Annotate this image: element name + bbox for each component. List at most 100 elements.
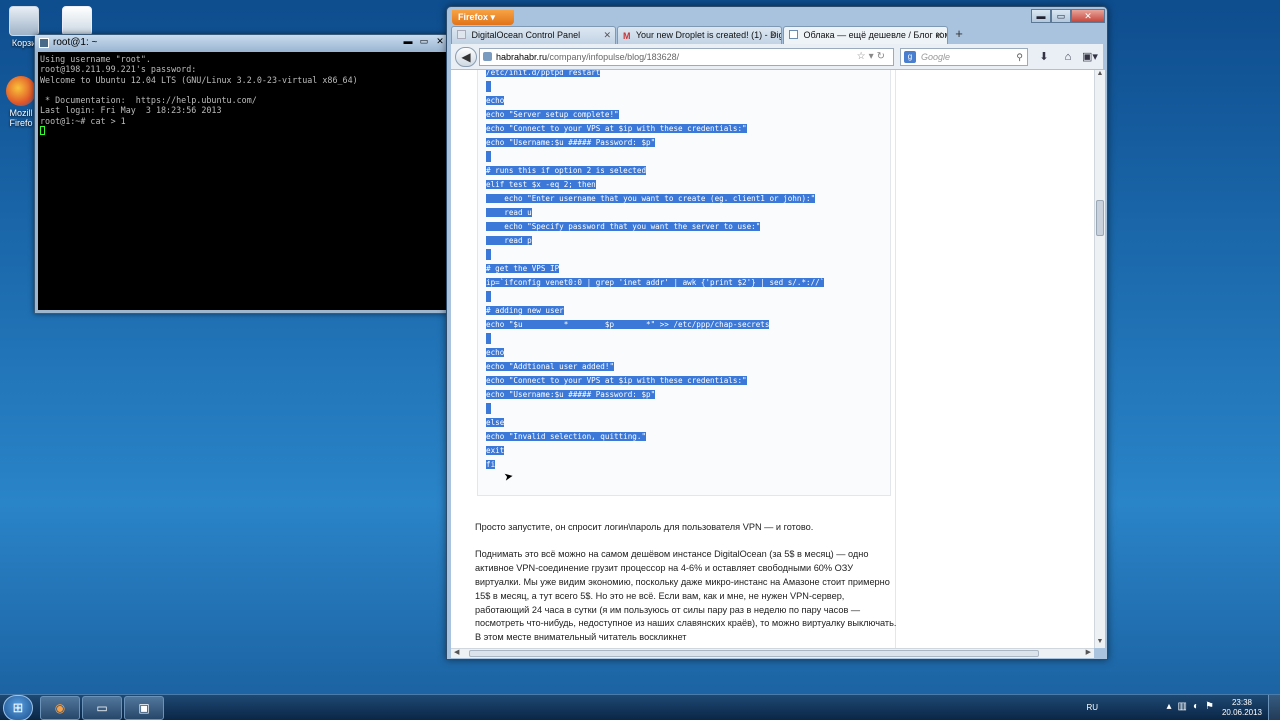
taskbar-firefox-button[interactable]: ◉ — [40, 696, 80, 720]
tab-gmail[interactable]: M Your new Droplet is created! (1) - Dig… — [617, 26, 782, 44]
tab-digitalocean[interactable]: DigitalOcean Control Panel ✕ — [451, 26, 616, 44]
terminal-line: root@1:~# cat > 1 — [40, 115, 126, 126]
maximize-button[interactable]: ▭ — [419, 37, 429, 47]
reload-icon[interactable]: ↻ — [877, 51, 888, 62]
article-paragraph: Просто запустите, он спросит логин\парол… — [475, 522, 814, 532]
tab-habr[interactable]: Облака — ещё дешевле / Блог ком... ✕ — [783, 26, 948, 44]
back-button[interactable]: ◀ — [455, 47, 477, 67]
scroll-thumb[interactable] — [1096, 200, 1104, 236]
scroll-left-icon[interactable]: ◀ — [454, 648, 459, 656]
maximize-button[interactable]: ▭ — [1051, 9, 1071, 23]
scroll-up-icon[interactable]: ▲ — [1095, 70, 1105, 80]
code-line: read p — [486, 235, 886, 249]
tab-title: Your new Droplet is created! (1) - Digi.… — [635, 30, 782, 40]
code-lines: /etc/init.d/pptpd restart echo echo "Serve… — [486, 70, 886, 473]
code-line-text: echo "Addtional user added!" — [486, 362, 615, 371]
url-host: habrahabr.ru — [496, 52, 548, 62]
code-line: echo "Username:$u ##### Password: $p" — [486, 389, 886, 403]
tab-title: Облака — ещё дешевле / Блог ком... — [803, 30, 948, 40]
search-input[interactable]: g Google ⚲ — [900, 48, 1028, 66]
digitalocean-favicon — [457, 30, 466, 39]
code-line: echo "Connect to your VPS at $ip with th… — [486, 123, 886, 137]
putty-titlebar[interactable]: root@1: ~ ▬ ▭ ✕ — [35, 35, 449, 51]
code-line-text — [486, 291, 491, 302]
close-button[interactable]: ✕ — [435, 37, 445, 47]
bookmark-star-icon[interactable]: ☆ — [857, 51, 869, 62]
habr-favicon — [789, 30, 798, 39]
site-identity-icon[interactable] — [483, 52, 492, 61]
code-line-text: echo — [486, 348, 505, 357]
terminal-screen[interactable]: Using username "root". root@198.211.99.22… — [38, 52, 446, 310]
code-line-text: # get the VPS IP — [486, 264, 560, 273]
desktop-icon-firefox[interactable]: Mozill Firefo — [4, 76, 38, 128]
tab-close-icon[interactable]: ✕ — [935, 27, 943, 43]
clock[interactable]: 23:38 20.06.2013 — [1222, 698, 1262, 718]
tab-close-icon[interactable]: ✕ — [603, 27, 611, 43]
code-line-text: /etc/init.d/pptpd restart — [486, 70, 601, 77]
horizontal-scrollbar[interactable]: ◀ ▶ — [451, 648, 1094, 658]
code-line: read u — [486, 207, 886, 221]
minimize-button[interactable]: ▬ — [403, 37, 413, 47]
history-dropdown-icon[interactable]: ▾ — [869, 51, 877, 62]
code-line: echo "Addtional user added!" — [486, 361, 886, 375]
home-icon[interactable]: ⌂ — [1059, 48, 1077, 66]
scroll-right-icon[interactable]: ▶ — [1086, 648, 1091, 656]
start-button[interactable]: ⊞ — [3, 695, 33, 720]
putty-window[interactable]: root@1: ~ ▬ ▭ ✕ Using username "root". ro… — [34, 34, 450, 314]
code-line: /etc/init.d/pptpd restart — [486, 70, 886, 81]
search-icon[interactable]: ⚲ — [1016, 49, 1023, 65]
code-line: # get the VPS IP — [486, 263, 886, 277]
terminal-line: Welcome to Ubuntu 12.04 LTS (GNU/Linux 3… — [40, 74, 358, 85]
scroll-thumb[interactable] — [469, 650, 1039, 657]
bookmarks-menu-icon[interactable]: ▣▾ — [1081, 48, 1099, 66]
code-line-text: echo "Invalid selection, quitting." — [486, 432, 647, 441]
code-line-text: echo "Enter username that you want to cr… — [486, 194, 816, 203]
taskbar-putty-button[interactable]: ▣ — [124, 696, 164, 720]
google-icon[interactable]: g — [904, 51, 916, 63]
code-block[interactable]: /etc/init.d/pptpd restart echo echo "Serve… — [477, 70, 891, 496]
code-line-text: echo "Server setup complete!" — [486, 110, 619, 119]
navigation-toolbar: ◀ habrahabr.ru/company/infopulse/blog/18… — [451, 44, 1103, 70]
page-content[interactable]: /etc/init.d/pptpd restart echo echo "Serve… — [451, 70, 1094, 648]
code-line-text — [486, 151, 491, 162]
code-line-text: fi — [486, 460, 496, 469]
language-indicator[interactable]: RU — [1086, 703, 1098, 712]
code-line-text: # adding new user — [486, 306, 564, 315]
url-bar[interactable]: habrahabr.ru/company/infopulse/blog/1836… — [479, 48, 894, 66]
terminal-line: Last login: Fri May 3 18:23:56 2013 — [40, 105, 222, 116]
code-line — [486, 403, 886, 417]
network-icon[interactable]: ▥ — [1178, 701, 1187, 712]
downloads-icon[interactable]: ⬇ — [1035, 48, 1053, 66]
taskbar-explorer-button[interactable]: ▭ — [82, 696, 122, 720]
system-tray: RU ▴ ▥ ◐ ⚑ 23:38 20.06.2013 — [1080, 695, 1280, 720]
scroll-down-icon[interactable]: ▼ — [1095, 638, 1105, 648]
terminal-cursor — [40, 126, 45, 136]
search-placeholder: Google — [921, 52, 951, 62]
new-tab-button[interactable]: + — [949, 26, 969, 44]
close-button[interactable]: ✕ — [1071, 9, 1105, 23]
code-line — [486, 333, 886, 347]
mouse-cursor-icon: ➤ — [503, 470, 515, 484]
firefox-menu-button[interactable]: Firefox ▾ — [452, 10, 514, 25]
code-line-text: elif test $x -eq 2; then — [486, 180, 596, 189]
volume-icon[interactable]: ◐ — [1193, 701, 1199, 712]
action-center-icon[interactable]: ⚑ — [1205, 701, 1214, 712]
show-desktop-button[interactable] — [1268, 695, 1280, 720]
code-line-text — [486, 81, 491, 92]
firefox-window[interactable]: Firefox ▾ ▬ ▭ ✕ DigitalOcean Control Pan… — [446, 6, 1108, 660]
code-line: echo — [486, 347, 886, 361]
code-line: elif test $x -eq 2; then — [486, 179, 886, 193]
code-line-text: read u — [486, 208, 532, 217]
putty-title: root@1: ~ — [53, 37, 98, 48]
firefox-icon — [6, 76, 36, 106]
code-line-text — [486, 403, 491, 414]
code-line: else — [486, 417, 886, 431]
tab-strip: DigitalOcean Control Panel ✕ M Your new … — [451, 26, 1103, 44]
tray-expand-icon[interactable]: ▴ — [1167, 701, 1172, 712]
vertical-scrollbar[interactable]: ▲ ▼ — [1094, 70, 1105, 648]
clock-time: 23:38 — [1231, 698, 1252, 707]
tab-close-icon[interactable]: ✕ — [769, 27, 777, 43]
tab-title: DigitalOcean Control Panel — [471, 30, 581, 40]
minimize-button[interactable]: ▬ — [1031, 9, 1051, 23]
